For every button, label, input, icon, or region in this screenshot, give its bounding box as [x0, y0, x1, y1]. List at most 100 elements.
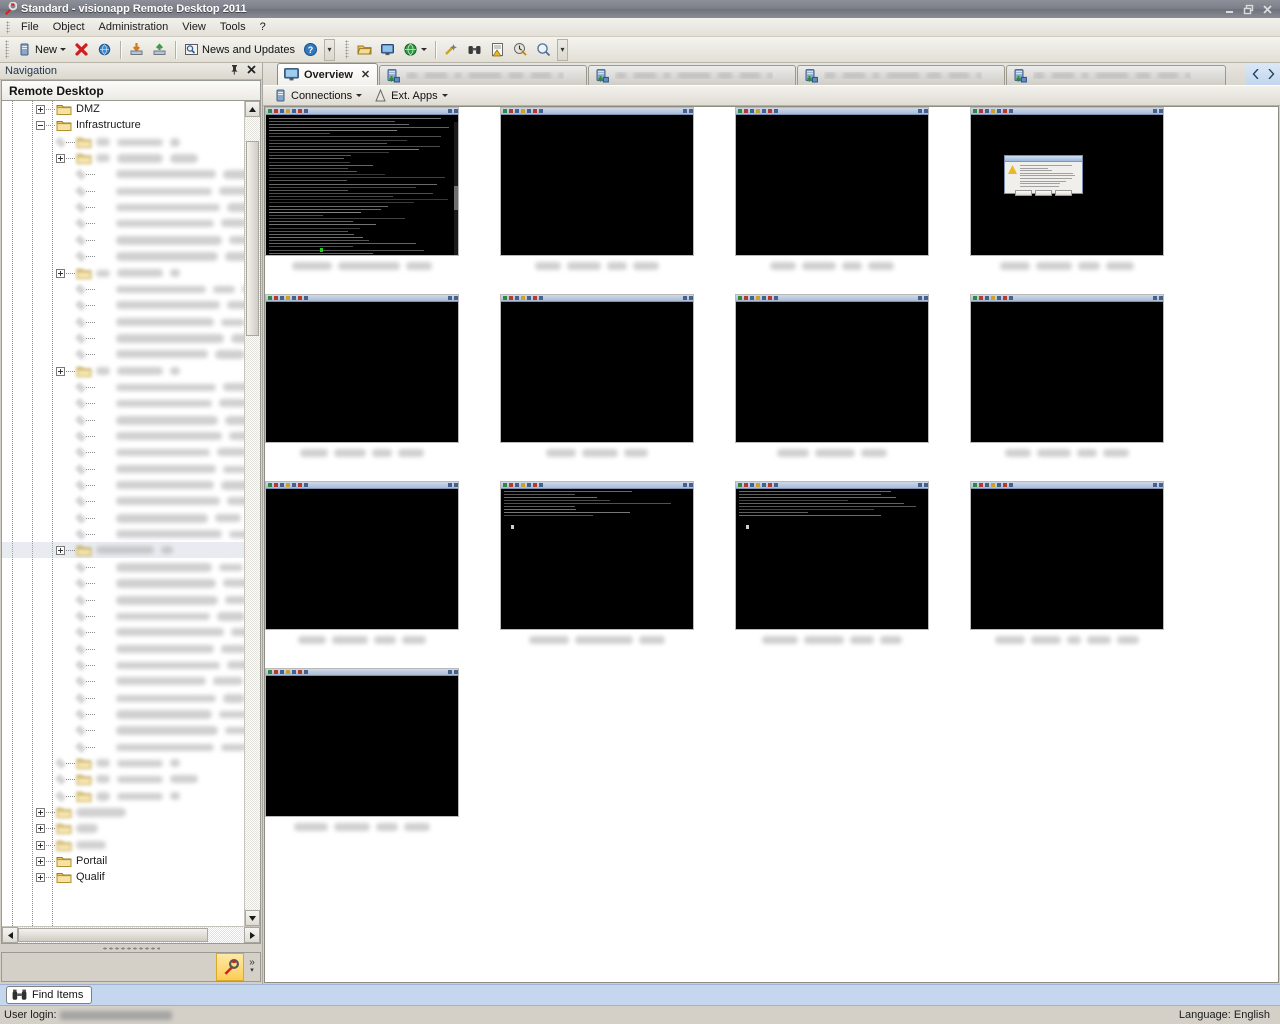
- tree-item-r16[interactable]: [2, 379, 244, 395]
- dialog-button-1[interactable]: [1015, 190, 1032, 196]
- tree-item-r33[interactable]: [2, 657, 244, 673]
- export-button[interactable]: [148, 39, 171, 61]
- expander-plus-icon[interactable]: [56, 154, 65, 163]
- tree-item-r41[interactable]: [2, 788, 244, 804]
- thumbnail-t9[interactable]: [265, 481, 459, 644]
- tree-item-qualif[interactable]: Qualif: [2, 869, 244, 885]
- refresh-button[interactable]: [93, 39, 116, 61]
- help-button[interactable]: ?: [299, 39, 322, 61]
- tree-item-r4[interactable]: [2, 183, 244, 199]
- tree-item-r11[interactable]: [2, 297, 244, 313]
- tree-item-r32[interactable]: [2, 641, 244, 657]
- menu-grip[interactable]: [6, 21, 10, 34]
- hscroll-thumb[interactable]: [18, 928, 208, 942]
- chevron-right-icon[interactable]: [1264, 65, 1277, 83]
- find-items-button[interactable]: Find Items: [6, 986, 92, 1004]
- tree-item-r5[interactable]: [2, 199, 244, 215]
- thumbnail-t13[interactable]: [265, 668, 459, 831]
- tree-item-r10[interactable]: [2, 281, 244, 297]
- expander-plus-icon[interactable]: [36, 105, 45, 114]
- tree-item-r6[interactable]: [2, 215, 244, 231]
- menu-tools[interactable]: Tools: [213, 19, 253, 35]
- new-button[interactable]: New: [13, 39, 70, 61]
- wrench-icon[interactable]: [216, 953, 244, 981]
- menu-administration[interactable]: Administration: [92, 19, 176, 35]
- expander-plus-icon[interactable]: [36, 873, 45, 882]
- session-preview[interactable]: [265, 107, 459, 256]
- tree-item-r23[interactable]: [2, 493, 244, 509]
- tree-item-r31[interactable]: [2, 624, 244, 640]
- navigation-tree[interactable]: DMZ Infrastructure Portail Qualif: [2, 101, 244, 926]
- tree-item-portail[interactable]: Portail: [2, 853, 244, 869]
- tree-item-r18[interactable]: [2, 412, 244, 428]
- tree-item-r1[interactable]: [2, 134, 244, 150]
- expander-plus-icon[interactable]: [36, 808, 45, 817]
- tree-item-r20[interactable]: [2, 444, 244, 460]
- tree-item-infrastructure[interactable]: Infrastructure: [2, 117, 244, 133]
- tree-item-r35[interactable]: [2, 690, 244, 706]
- tree-item-r21[interactable]: [2, 461, 244, 477]
- tree-item-r25[interactable]: [2, 526, 244, 542]
- hscroll-left-button[interactable]: [2, 927, 18, 943]
- session-preview[interactable]: [500, 107, 694, 256]
- menu-view[interactable]: View: [175, 19, 213, 35]
- session-preview[interactable]: [265, 481, 459, 630]
- restore-button[interactable]: [1240, 2, 1257, 16]
- thumbnail-t10[interactable]: [500, 481, 694, 644]
- expander-plus-icon[interactable]: [56, 269, 65, 278]
- tree-item-r34[interactable]: [2, 673, 244, 689]
- thumbnail-t3[interactable]: [735, 107, 929, 270]
- session-preview[interactable]: [735, 481, 929, 630]
- thumbnail-t11[interactable]: [735, 481, 929, 644]
- connections-menu-button[interactable]: Connections: [269, 88, 367, 103]
- globe-button[interactable]: [399, 39, 431, 61]
- tree-item-r3[interactable]: [2, 166, 244, 182]
- session-preview[interactable]: [265, 668, 459, 817]
- tab-overview[interactable]: Overview ✕: [277, 63, 378, 85]
- scroll-down-button[interactable]: [245, 910, 260, 926]
- tree-horizontal-scrollbar[interactable]: [2, 926, 260, 943]
- toolbar-grip-1[interactable]: [5, 40, 9, 59]
- monitor-button[interactable]: [376, 39, 399, 61]
- tree-item-r37[interactable]: [2, 722, 244, 738]
- thumbnail-t7[interactable]: [735, 294, 929, 457]
- session-preview[interactable]: [500, 481, 694, 630]
- report-button[interactable]: [486, 39, 509, 61]
- tree-item-r39[interactable]: [2, 755, 244, 771]
- thumbnail-t4[interactable]: [970, 107, 1164, 270]
- chevron-down-icon-globe[interactable]: [421, 48, 427, 51]
- scroll-up-button[interactable]: [245, 101, 260, 117]
- news-and-updates-button[interactable]: News and Updates: [180, 39, 299, 61]
- menu-help[interactable]: ?: [253, 19, 273, 35]
- import-button[interactable]: [125, 39, 148, 61]
- tree-item-r19[interactable]: [2, 428, 244, 444]
- tree-vertical-scrollbar[interactable]: [244, 101, 260, 926]
- tree-item-r8[interactable]: [2, 248, 244, 264]
- tree-item-r30[interactable]: [2, 608, 244, 624]
- dialog-button-3[interactable]: [1055, 190, 1072, 196]
- tree-item-r43[interactable]: [2, 820, 244, 836]
- tree-item-r2[interactable]: [2, 150, 244, 166]
- session-preview[interactable]: [265, 294, 459, 443]
- tree-item-r22[interactable]: [2, 477, 244, 493]
- tree-item-r40[interactable]: [2, 771, 244, 787]
- chevron-down-icon[interactable]: [60, 48, 66, 51]
- open-folder-button[interactable]: [353, 39, 376, 61]
- tree-item-r29[interactable]: [2, 592, 244, 608]
- session-preview[interactable]: [735, 107, 929, 256]
- tab-session-3[interactable]: [797, 65, 1005, 85]
- chevron-left-icon[interactable]: [1249, 65, 1262, 83]
- thumbnail-t8[interactable]: [970, 294, 1164, 457]
- thumbnail-t1[interactable]: [265, 107, 459, 270]
- menu-file[interactable]: File: [14, 19, 46, 35]
- tab-session-2[interactable]: [588, 65, 796, 85]
- tree-item-r13[interactable]: [2, 330, 244, 346]
- toolbar-grip-2[interactable]: [345, 40, 349, 59]
- expander-plus-icon[interactable]: [56, 367, 65, 376]
- find-button[interactable]: [463, 39, 486, 61]
- session-preview[interactable]: [970, 294, 1164, 443]
- toolbar-overflow-1[interactable]: ▾: [324, 39, 335, 61]
- hscroll-track[interactable]: [18, 927, 244, 943]
- thumbnail-t2[interactable]: [500, 107, 694, 270]
- tree-item-dmz[interactable]: DMZ: [2, 101, 244, 117]
